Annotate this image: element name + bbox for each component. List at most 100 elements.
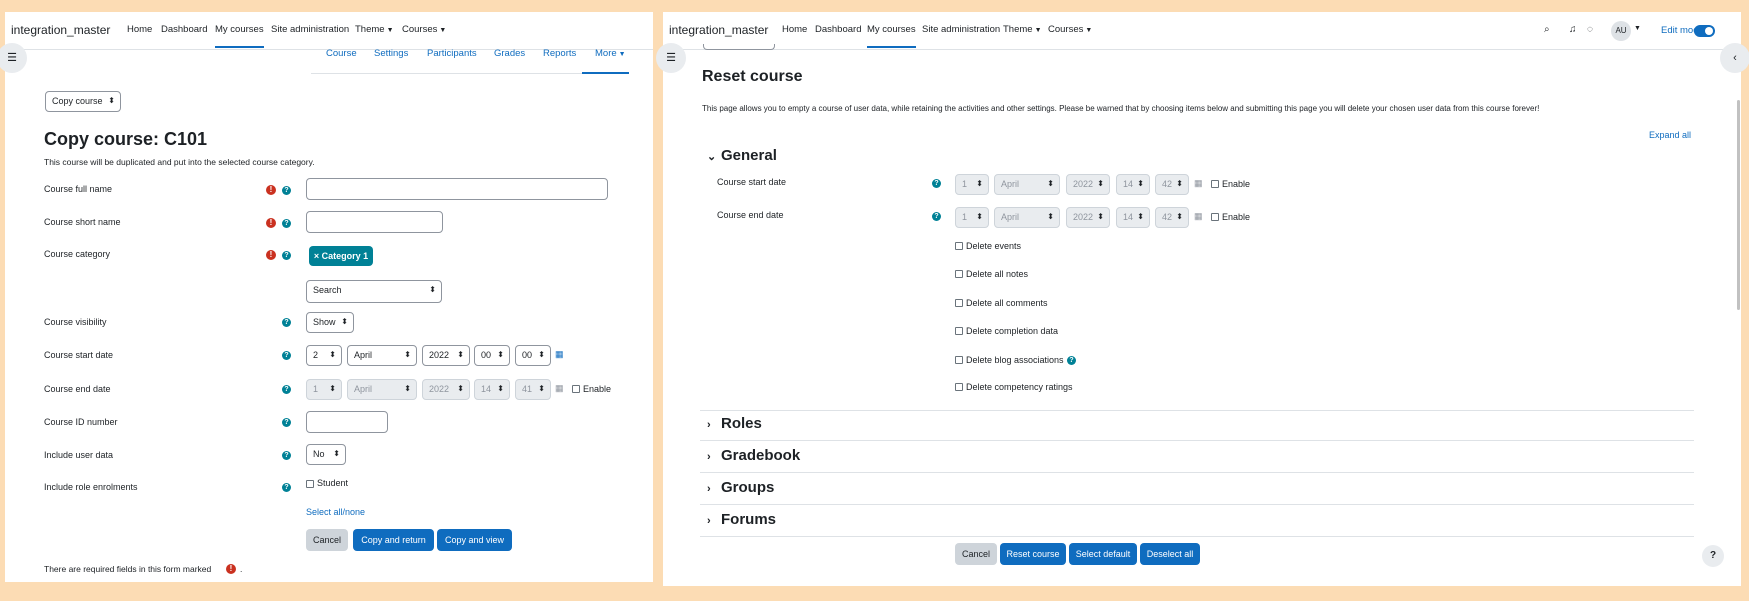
nav-home[interactable]: Home [782,24,807,35]
help-icon[interactable]: ? [932,179,941,188]
help-icon[interactable]: ? [1067,356,1076,365]
help-icon[interactable]: ? [282,186,291,195]
nav-dashboard[interactable]: Dashboard [815,24,861,35]
search-icon[interactable]: ⌕ [1544,24,1550,35]
help-icon[interactable]: ? [932,212,941,221]
full-name-input[interactable] [306,178,608,200]
delete-competency-checkbox[interactable] [955,383,963,391]
delete-events-checkbox[interactable] [955,242,963,250]
help-icon[interactable]: ? [282,451,291,460]
nav-site-administration[interactable]: Site administration [922,24,1000,35]
nav-my-courses[interactable]: My courses [215,24,264,48]
nav-courses[interactable]: Courses ▼ [1048,24,1092,35]
start-month-select[interactable]: April [347,345,417,366]
nav-home[interactable]: Home [127,24,152,35]
end-month-select[interactable]: April [994,207,1060,228]
delete-notes-label: Delete all notes [966,269,1029,279]
end-month-select[interactable]: April [347,379,417,400]
edit-mode-toggle[interactable] [1694,25,1715,37]
user-avatar[interactable]: AU [1611,21,1631,41]
start-minute-select[interactable]: 00 [515,345,551,366]
section-forums[interactable]: › Forums [707,511,776,528]
end-enable-checkbox[interactable] [572,385,580,393]
expand-all-link[interactable]: Expand all [1649,130,1691,140]
tab-reports[interactable]: Reports [543,48,576,59]
tab-grades[interactable]: Grades [494,48,525,59]
delete-blog-checkbox[interactable] [955,356,963,364]
help-icon[interactable]: ? [282,251,291,260]
start-day-select[interactable]: 1 [955,174,989,195]
end-year-select[interactable]: 2022 [1066,207,1110,228]
user-data-select[interactable]: No [306,444,346,465]
tab-course[interactable]: Course [326,48,357,59]
cancel-button[interactable]: Cancel [306,529,348,551]
nav-theme[interactable]: Theme ▼ [1003,24,1042,35]
start-year-select[interactable]: 2022 [422,345,470,366]
start-hour-select[interactable]: 00 [474,345,510,366]
help-icon[interactable]: ? [282,219,291,228]
help-icon[interactable]: ? [282,351,291,360]
end-year-select[interactable]: 2022 [422,379,470,400]
start-day-select[interactable]: 2 [306,345,342,366]
chevron-down-icon[interactable]: ▼ [1634,25,1641,32]
nav-my-courses[interactable]: My courses [867,24,916,48]
delete-comments-checkbox[interactable] [955,299,963,307]
id-number-input[interactable] [306,411,388,433]
end-enable-checkbox[interactable] [1211,213,1219,221]
category-badge[interactable]: × Category 1 [309,246,373,266]
end-day-select[interactable]: 1 [306,379,342,400]
end-day-select[interactable]: 1 [955,207,989,228]
end-minute-select[interactable]: 42 [1155,207,1189,228]
help-icon[interactable]: ? [282,483,291,492]
help-icon[interactable]: ? [282,418,291,427]
tab-settings[interactable]: Settings [374,48,408,59]
messages-icon[interactable]: ◌ [1587,24,1593,35]
section-groups[interactable]: › Groups [707,479,774,496]
section-roles[interactable]: › Roles [707,415,762,432]
copy-and-view-button[interactable]: Copy and view [437,529,512,551]
nav-dashboard[interactable]: Dashboard [161,24,207,35]
help-icon[interactable]: ? [282,385,291,394]
help-button[interactable]: ? [1702,545,1724,567]
deselect-all-button[interactable]: Deselect all [1140,543,1200,565]
short-name-input[interactable] [306,211,443,233]
cancel-button[interactable]: Cancel [955,543,997,565]
start-month-select[interactable]: April [994,174,1060,195]
nav-site-administration[interactable]: Site administration [271,24,349,35]
notification-bell-icon[interactable]: ♫ [1569,24,1577,35]
start-hour-select[interactable]: 14 [1116,174,1150,195]
end-hour-select[interactable]: 14 [1116,207,1150,228]
visibility-select[interactable]: Show [306,312,354,333]
calendar-icon[interactable]: ▦ [1194,211,1203,222]
calendar-icon[interactable]: ▦ [1194,178,1203,189]
tab-participants[interactable]: Participants [427,48,477,59]
section-gradebook[interactable]: › Gradebook [707,447,800,464]
copy-and-return-button[interactable]: Copy and return [353,529,434,551]
help-icon[interactable]: ? [282,318,291,327]
calendar-icon[interactable]: ▦ [555,349,564,360]
delete-completion-checkbox[interactable] [955,327,963,335]
site-brand[interactable]: integration_master [669,23,768,37]
end-minute-select[interactable]: 41 [515,379,551,400]
block-drawer-toggle[interactable]: ‹ [1720,43,1749,73]
course-index-toggle[interactable]: ☰ [656,43,686,73]
action-select[interactable]: Copy course [45,91,121,112]
student-checkbox[interactable] [306,480,314,488]
end-hour-select[interactable]: 14 [474,379,510,400]
start-minute-select[interactable]: 42 [1155,174,1189,195]
tab-more[interactable]: More ▼ [595,48,626,59]
calendar-icon[interactable]: ▦ [555,383,564,394]
required-icon: ! [266,185,276,195]
start-year-select[interactable]: 2022 [1066,174,1110,195]
start-enable-checkbox[interactable] [1211,180,1219,188]
nav-theme[interactable]: Theme ▼ [355,24,394,35]
site-brand[interactable]: integration_master [11,23,110,37]
scrollbar[interactable] [1737,100,1740,310]
reset-course-button[interactable]: Reset course [1000,543,1066,565]
select-default-button[interactable]: Select default [1069,543,1137,565]
section-general[interactable]: ⌄ General [707,147,777,164]
delete-notes-checkbox[interactable] [955,270,963,278]
category-search[interactable]: Search [306,280,442,303]
nav-courses[interactable]: Courses ▼ [402,24,446,35]
select-all-none-link[interactable]: Select all/none [306,507,365,517]
